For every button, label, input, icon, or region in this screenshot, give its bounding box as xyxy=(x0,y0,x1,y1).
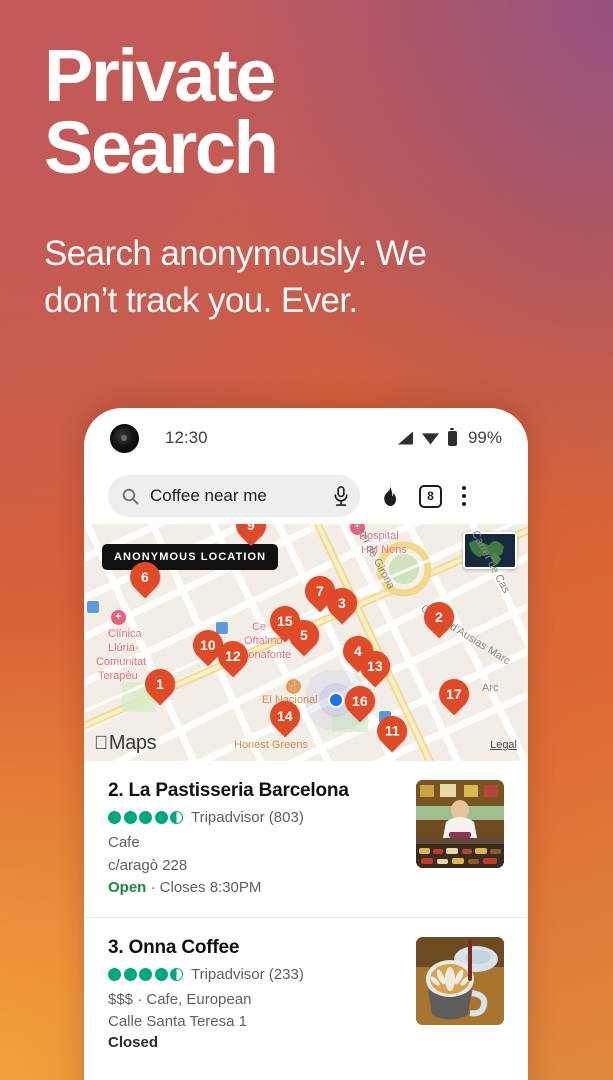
search-query-text: Coffee near me xyxy=(150,486,267,505)
result-thumbnail[interactable] xyxy=(416,780,504,868)
tab-counter-button[interactable]: 8 xyxy=(419,484,442,508)
map-pin-label: 13 xyxy=(367,658,383,675)
promo-copy: Private Search Search anonymously. We do… xyxy=(44,34,573,325)
globe-inset-graphic xyxy=(465,534,515,567)
status-indicators: 99% xyxy=(397,427,502,448)
result-rating: Tripadvisor (803) xyxy=(108,809,402,826)
result-address: Calle Santa Teresa 1 xyxy=(108,1013,247,1030)
page-title: Private Search xyxy=(44,34,573,189)
result-address: c/aragò 228 xyxy=(108,856,188,874)
rating-dot-half xyxy=(170,811,183,824)
transit-icon-1 xyxy=(86,600,100,614)
rating-dot xyxy=(123,967,137,981)
status-badge: Closed xyxy=(108,1033,159,1051)
fire-tracking-protection-button[interactable] xyxy=(380,485,399,507)
browser-toolbar: Coffee near me 8 xyxy=(84,468,528,524)
result-body: 3. Onna Coffee Tripadvisor (233) $$$ · C… xyxy=(108,937,402,1051)
result-title: 2. La Pastisseria Barcelona xyxy=(108,780,349,801)
microphone-icon[interactable] xyxy=(332,485,350,507)
rating-dot xyxy=(139,811,152,824)
map-pin-label: 5 xyxy=(300,627,308,644)
tab-count-label: 8 xyxy=(419,484,442,508)
result-thumbnail[interactable] xyxy=(416,936,504,1025)
globe-inset-icon[interactable] xyxy=(463,532,517,569)
subtitle-line-1: Search anonymously. We xyxy=(44,233,427,273)
list-item[interactable]: 3. Onna Coffee Tripadvisor (233) $$$ · C… xyxy=(84,918,528,1068)
rating-dot xyxy=(108,811,121,824)
map-pin-label: 14 xyxy=(277,708,293,725)
status-detail: · Closes 8:30PM xyxy=(146,879,262,896)
rating-dot xyxy=(108,967,121,981)
latte-art-photo xyxy=(416,936,504,1025)
signal-icon xyxy=(397,431,413,445)
rating-dot xyxy=(154,967,168,981)
maps-attribution-label: Maps xyxy=(95,732,157,754)
apple-maps-attribution:  Maps xyxy=(94,732,157,755)
restaurant-poi-icon: 🍴 xyxy=(286,679,301,694)
rating-dot xyxy=(139,967,152,981)
legal-link[interactable]: Legal xyxy=(490,739,517,751)
battery-percent: 99% xyxy=(467,428,502,447)
search-results-list: 2. La Pastisseria Barcelona Tripadvisor … xyxy=(84,761,528,1068)
search-icon xyxy=(122,488,139,504)
map-pin-label: 16 xyxy=(352,693,368,710)
apple-logo-icon:  xyxy=(94,734,108,753)
rating-source: Tripadvisor (233) xyxy=(191,965,304,983)
result-rating: Tripadvisor (233) xyxy=(108,966,402,983)
overflow-menu-icon xyxy=(462,486,466,506)
phone-mockup: 12:30 99% Coffee near me 8 ANONYMOUS LOC… xyxy=(84,408,528,1080)
headline-line-2: Search xyxy=(44,105,279,189)
rating-source: Tripadvisor (803) xyxy=(191,809,304,826)
list-item[interactable]: 2. La Pastisseria Barcelona Tripadvisor … xyxy=(84,761,528,918)
map-pin-label: 1 xyxy=(156,676,164,693)
map-pin-label: 10 xyxy=(200,637,216,654)
overflow-menu-button[interactable] xyxy=(462,486,466,506)
map-view[interactable]: ANONYMOUS LOCATION + + 🍴 Hospital HM Nens… xyxy=(84,524,528,761)
rating-dot-half xyxy=(170,967,183,981)
map-pin-label: 7 xyxy=(316,583,324,600)
camera-punch-hole-icon xyxy=(110,423,139,453)
pastry-shop-photo xyxy=(416,780,504,868)
flame-icon xyxy=(384,485,396,506)
rating-dot xyxy=(154,811,168,824)
result-category: $$$ · Cafe, European xyxy=(108,990,252,1008)
result-category: Cafe xyxy=(108,834,140,851)
rating-dots xyxy=(108,967,183,981)
map-pin-label: 9 xyxy=(247,524,255,534)
map-pin-label: 12 xyxy=(225,648,241,665)
result-title: 3. Onna Coffee xyxy=(108,936,240,958)
map-pin-label: 6 xyxy=(141,569,149,586)
headline-line-1: Private xyxy=(44,34,276,117)
clinic-cross-icon: + xyxy=(111,610,126,625)
result-hours: Open · Closes 8:30PM xyxy=(108,877,402,900)
user-location-dot xyxy=(328,692,344,708)
rating-dots xyxy=(108,811,183,824)
status-bar: 12:30 99% xyxy=(84,408,528,468)
map-pin-label: 4 xyxy=(354,643,362,660)
map-pin-label: 11 xyxy=(384,723,400,739)
status-badge: Open xyxy=(108,879,147,896)
search-input[interactable]: Coffee near me xyxy=(108,475,360,517)
map-pin-label: 3 xyxy=(338,595,346,612)
anonymous-location-badge: ANONYMOUS LOCATION xyxy=(102,544,279,570)
wifi-icon xyxy=(421,433,439,445)
promo-subtitle: Search anonymously. We don’t track you. … xyxy=(44,230,573,325)
battery-icon xyxy=(447,427,457,446)
rating-dot xyxy=(123,811,137,824)
map-pin-label: 2 xyxy=(435,609,443,626)
result-body: 2. La Pastisseria Barcelona Tripadvisor … xyxy=(108,780,402,900)
status-clock: 12:30 xyxy=(165,428,208,447)
subtitle-line-2: don’t track you. Ever. xyxy=(44,281,358,321)
map-pin-label: 17 xyxy=(446,686,462,703)
